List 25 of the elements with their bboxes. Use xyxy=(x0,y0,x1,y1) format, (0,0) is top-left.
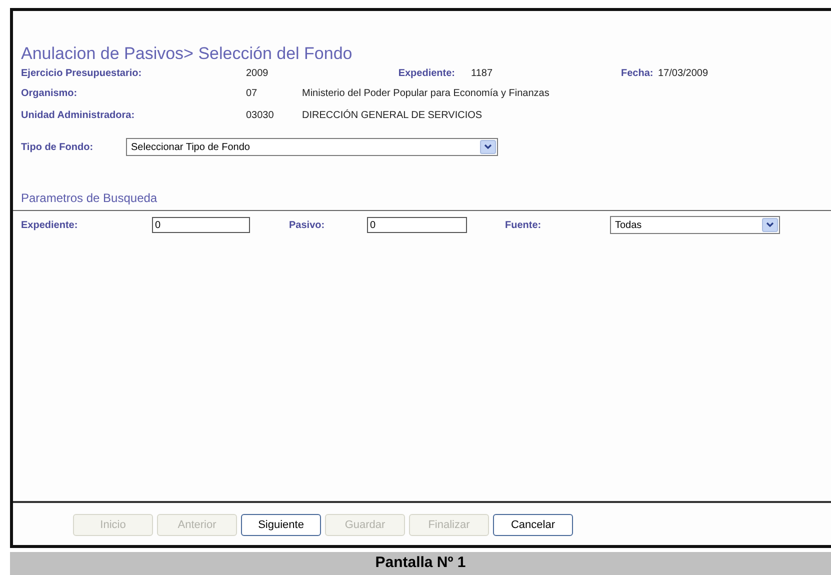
nav-button[interactable]: Cancelar xyxy=(493,514,573,536)
input-field[interactable]: 0 xyxy=(152,217,250,233)
field-label: Expediente: xyxy=(397,66,456,80)
dropdown-field[interactable]: Todas xyxy=(610,216,780,234)
field-value: 03030 xyxy=(246,109,275,123)
field-value: 17/03/2009 xyxy=(658,66,708,80)
field-label: Fecha: xyxy=(621,66,654,80)
caption: Pantalla Nº 1 xyxy=(375,553,466,574)
field-label: Tipo de Fondo: xyxy=(21,140,94,154)
field-label: Ejercicio Presupuestario: xyxy=(21,66,143,80)
page-title: Anulacion de Pasivos> Selección del Fondo xyxy=(21,44,354,64)
field-label: Organismo: xyxy=(21,87,78,101)
field-description: DIRECCIÓN GENERAL DE SERVICIOS xyxy=(302,108,482,123)
field-value: 2009 xyxy=(246,66,270,80)
field-description: Ministerio del Poder Popular para Economía y Finanzas xyxy=(302,87,550,101)
field-label: Pasivo: xyxy=(289,218,326,232)
field-value: 1187 xyxy=(471,66,494,80)
input-field[interactable]: 0 xyxy=(367,217,467,233)
dropdown-field[interactable]: Seleccionar Tipo de Fondo xyxy=(126,138,498,156)
section-heading: Parametros de Busqueda xyxy=(21,191,158,205)
field-label: Expediente: xyxy=(21,218,79,232)
field-label: Unidad Administradora: xyxy=(21,109,136,123)
nav-button[interactable]: Siguiente xyxy=(241,514,321,536)
field-value: 07 xyxy=(246,87,258,101)
field-label: Fuente: xyxy=(505,218,542,232)
